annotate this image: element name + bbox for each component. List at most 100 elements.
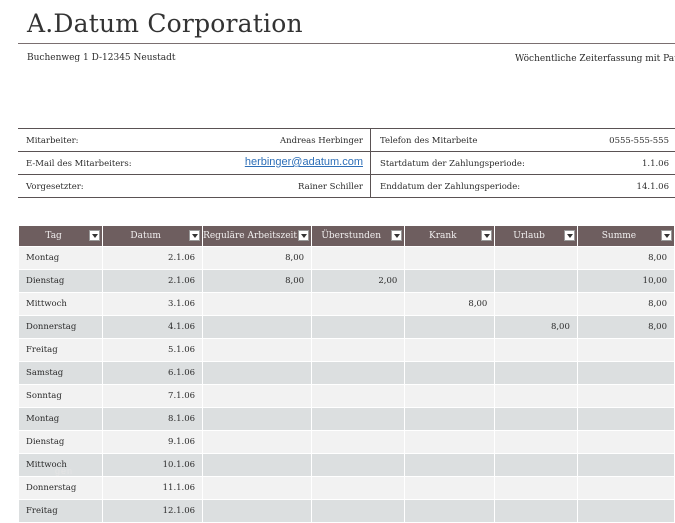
cell-vacation[interactable] [494, 499, 578, 523]
phone-value[interactable]: 0555-555-555 [609, 136, 669, 146]
cell-overtime[interactable] [311, 499, 406, 523]
cell-date[interactable]: 2.1.06 [102, 269, 204, 293]
cell-date[interactable]: 3.1.06 [102, 292, 204, 316]
cell-date[interactable]: 10.1.06 [102, 453, 204, 477]
cell-overtime[interactable] [311, 407, 406, 431]
cell-vacation[interactable] [494, 338, 578, 362]
cell-overtime[interactable] [311, 476, 406, 500]
cell-overtime[interactable] [311, 453, 406, 477]
cell-date[interactable]: 4.1.06 [102, 315, 204, 339]
cell-vacation[interactable] [494, 453, 578, 477]
cell-vacation[interactable] [494, 384, 578, 408]
cell-date[interactable]: 12.1.06 [102, 499, 204, 523]
cell-total[interactable]: 8,00 [576, 246, 675, 270]
cell-date[interactable]: 6.1.06 [102, 361, 204, 385]
cell-regular[interactable] [202, 315, 313, 339]
column-header-regular[interactable]: Reguläre Arbeitszeit [202, 225, 313, 247]
cell-overtime[interactable]: 2,00 [311, 269, 406, 293]
cell-day[interactable]: Sonntag [17, 384, 104, 408]
employee-value[interactable]: Andreas Herbinger [280, 136, 363, 146]
cell-regular[interactable] [202, 453, 313, 477]
cell-regular[interactable] [202, 361, 313, 385]
cell-day[interactable]: Mittwoch [17, 292, 104, 316]
cell-sick[interactable] [404, 246, 496, 270]
cell-overtime[interactable] [311, 384, 406, 408]
cell-sick[interactable] [404, 430, 496, 454]
cell-vacation[interactable]: 8,00 [494, 315, 578, 339]
cell-sick[interactable] [404, 407, 496, 431]
cell-day[interactable]: Montag [17, 407, 104, 431]
cell-day[interactable]: Donnerstag [17, 476, 104, 500]
cell-day[interactable]: Samstag [17, 361, 104, 385]
filter-dropdown-icon[interactable] [481, 230, 493, 241]
filter-dropdown-icon[interactable] [89, 230, 101, 241]
column-header-tag[interactable]: Tag [17, 225, 104, 247]
cell-day[interactable]: Montag [17, 246, 104, 270]
cell-total[interactable] [576, 476, 675, 500]
cell-overtime[interactable] [311, 246, 406, 270]
cell-vacation[interactable] [494, 476, 578, 500]
cell-total[interactable] [576, 499, 675, 523]
cell-total[interactable] [576, 453, 675, 477]
column-header-total[interactable]: Summe [576, 225, 675, 247]
cell-vacation[interactable] [494, 246, 578, 270]
cell-overtime[interactable] [311, 361, 406, 385]
cell-sick[interactable] [404, 499, 496, 523]
column-header-datum[interactable]: Datum [102, 225, 204, 247]
filter-dropdown-icon[interactable] [189, 230, 201, 241]
cell-regular[interactable] [202, 430, 313, 454]
cell-overtime[interactable] [311, 430, 406, 454]
cell-total[interactable]: 10,00 [576, 269, 675, 293]
cell-sick[interactable] [404, 338, 496, 362]
column-header-sick[interactable]: Krank [404, 225, 496, 247]
cell-total[interactable]: 8,00 [576, 292, 675, 316]
filter-dropdown-icon[interactable] [661, 230, 672, 241]
cell-date[interactable]: 2.1.06 [102, 246, 204, 270]
cell-sick[interactable] [404, 453, 496, 477]
cell-vacation[interactable] [494, 430, 578, 454]
cell-day[interactable]: Freitag [17, 338, 104, 362]
cell-day[interactable]: Dienstag [17, 430, 104, 454]
cell-vacation[interactable] [494, 361, 578, 385]
cell-sick[interactable] [404, 269, 496, 293]
cell-date[interactable]: 9.1.06 [102, 430, 204, 454]
cell-sick[interactable] [404, 361, 496, 385]
cell-regular[interactable] [202, 499, 313, 523]
cell-sick[interactable] [404, 476, 496, 500]
cell-regular[interactable] [202, 476, 313, 500]
cell-date[interactable]: 11.1.06 [102, 476, 204, 500]
cell-total[interactable] [576, 430, 675, 454]
email-link[interactable]: herbinger@adatum.com [245, 156, 363, 168]
cell-day[interactable]: Dienstag [17, 269, 104, 293]
cell-sick[interactable]: 8,00 [404, 292, 496, 316]
cell-total[interactable] [576, 338, 675, 362]
filter-dropdown-icon[interactable] [391, 230, 403, 241]
cell-sick[interactable] [404, 315, 496, 339]
cell-sick[interactable] [404, 384, 496, 408]
cell-regular[interactable] [202, 384, 313, 408]
cell-regular[interactable] [202, 407, 313, 431]
cell-regular[interactable]: 8,00 [202, 269, 313, 293]
cell-vacation[interactable] [494, 407, 578, 431]
cell-date[interactable]: 5.1.06 [102, 338, 204, 362]
cell-regular[interactable]: 8,00 [202, 246, 313, 270]
manager-value[interactable]: Rainer Schiller [298, 182, 363, 192]
filter-dropdown-icon[interactable] [563, 230, 575, 241]
cell-regular[interactable] [202, 292, 313, 316]
cell-total[interactable] [576, 384, 675, 408]
cell-date[interactable]: 7.1.06 [102, 384, 204, 408]
filter-dropdown-icon[interactable] [298, 230, 310, 241]
cell-overtime[interactable] [311, 292, 406, 316]
cell-day[interactable]: Donnerstag [17, 315, 104, 339]
cell-overtime[interactable] [311, 338, 406, 362]
cell-total[interactable]: 8,00 [576, 315, 675, 339]
cell-day[interactable]: Freitag [17, 499, 104, 523]
start-date-value[interactable]: 1.1.06 [642, 159, 669, 169]
cell-total[interactable] [576, 361, 675, 385]
end-date-value[interactable]: 14.1.06 [637, 182, 669, 192]
cell-regular[interactable] [202, 338, 313, 362]
cell-overtime[interactable] [311, 315, 406, 339]
cell-date[interactable]: 8.1.06 [102, 407, 204, 431]
cell-vacation[interactable] [494, 269, 578, 293]
cell-total[interactable] [576, 407, 675, 431]
